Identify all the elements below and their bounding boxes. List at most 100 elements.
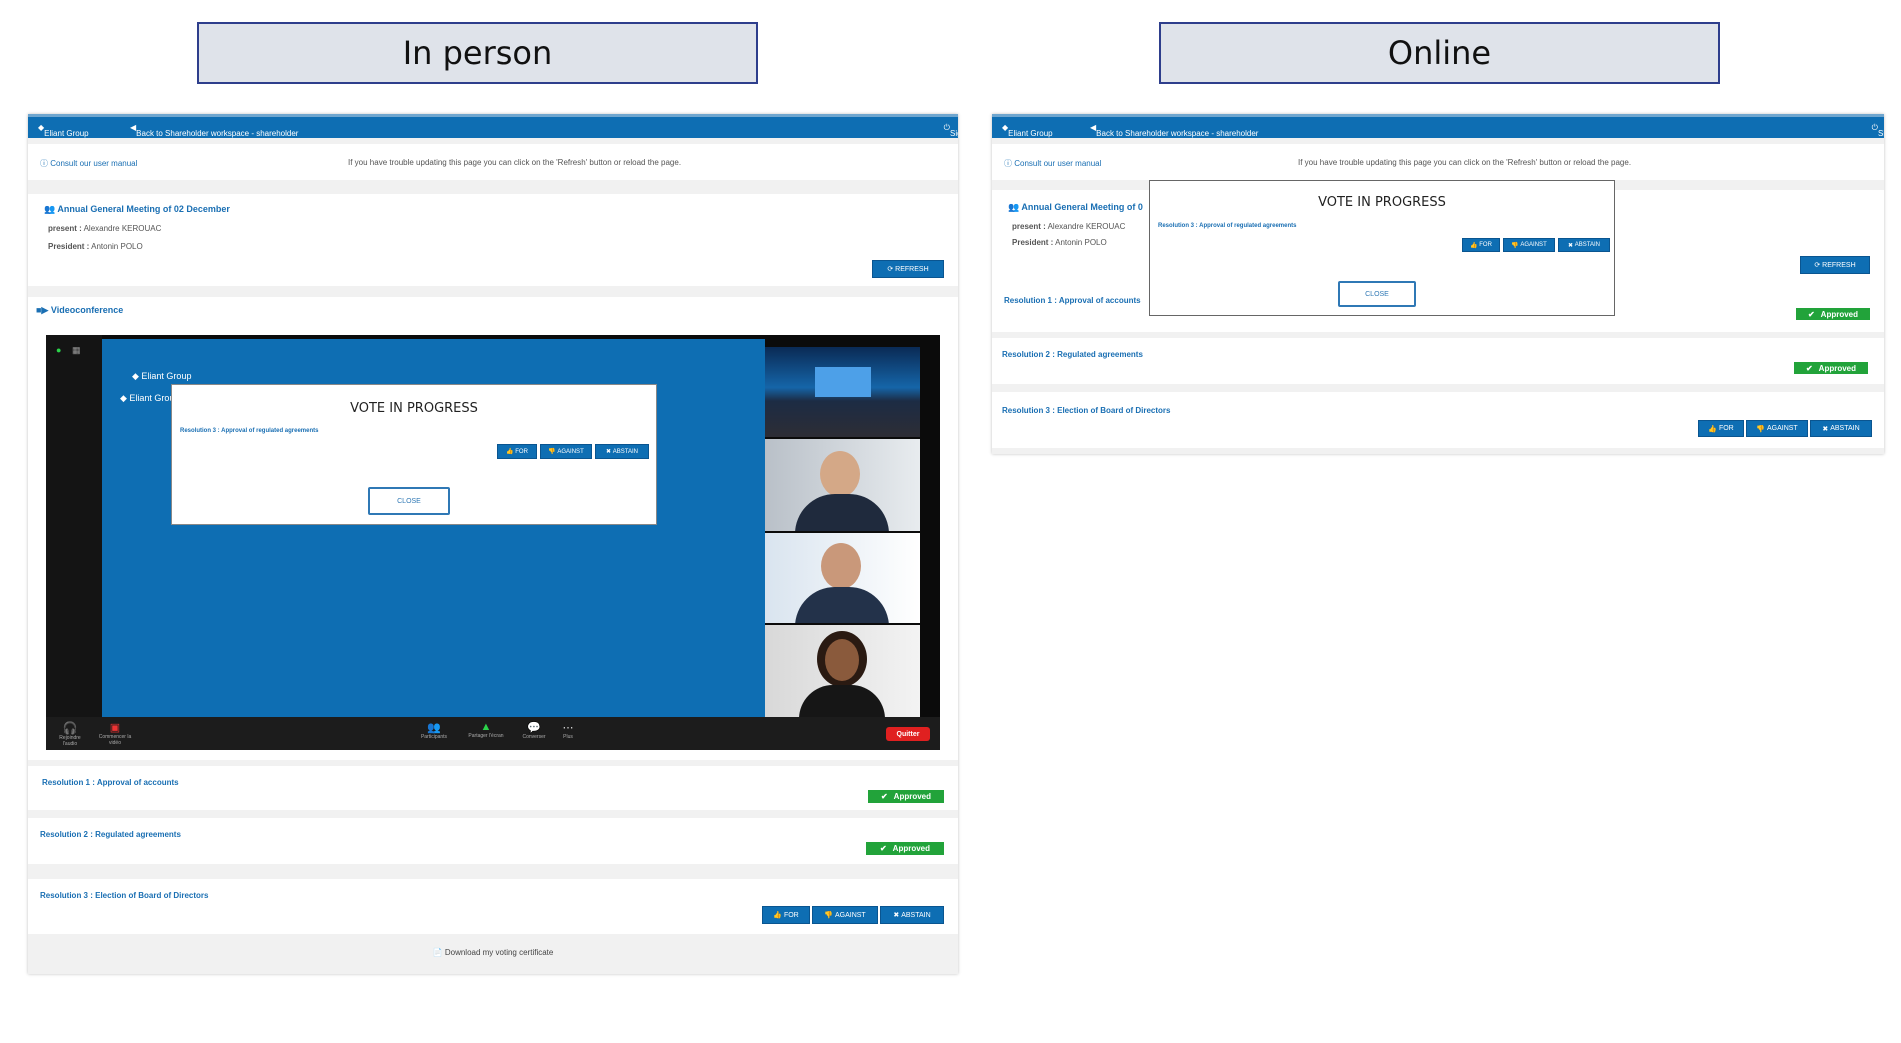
president-line: President : Antonin POLO [48, 242, 143, 251]
resolution-2-title: Resolution 2 : Regulated agreements [1002, 350, 1143, 359]
resolution-2-card: Resolution 2 : Regulated agreements ✔ App… [28, 818, 958, 864]
resolution-1-title: Resolution 1 : Approval of accounts [1004, 296, 1141, 305]
meeting-title: 👥 Annual General Meeting of 02 December [44, 204, 230, 214]
abstain-button[interactable]: ✖ ABSTAIN [880, 906, 944, 924]
resolution-1-status: ✔ Approved [1796, 308, 1870, 320]
vote-close-button[interactable]: CLOSE [1338, 281, 1416, 307]
face [825, 639, 859, 681]
vote-modal-resolution: Resolution 3 : Approval of regulated agr… [1158, 223, 1297, 229]
join-audio-button[interactable]: 🎧 Rejoindre l'audio [52, 721, 88, 747]
refresh-button[interactable]: ⟳ REFRESH [872, 260, 944, 278]
meeting-title: 👥 Annual General Meeting of 0 [1008, 202, 1143, 212]
video-off-icon: ▣ [109, 722, 121, 734]
check-icon: ✔ [879, 844, 887, 853]
chat-button[interactable]: 💬 Converser [516, 721, 552, 740]
resolution-2-title: Resolution 2 : Regulated agreements [40, 830, 181, 839]
secure-icon: ● [56, 345, 62, 355]
vote-for-button[interactable]: 👍 FOR [1462, 238, 1500, 252]
resolution-1-status: ✔ Approved [868, 790, 944, 803]
video-left-strip: ● ▦ [46, 335, 102, 717]
suit [795, 494, 889, 531]
refresh-hint: If you have trouble updating this page y… [1298, 158, 1632, 167]
vote-against-button[interactable]: 👎 AGAINST [1503, 238, 1555, 252]
manual-card: ⓘ Consult our user manual If you have tr… [28, 144, 958, 180]
participant-tile-man-2 [765, 533, 920, 623]
vote-modal-title: VOTE IN PROGRESS [350, 401, 478, 416]
vote-modal-in-person: VOTE IN PROGRESS Resolution 3 : Approval… [171, 384, 657, 525]
face [820, 451, 860, 497]
more-button[interactable]: ⋯ Plus [556, 721, 580, 740]
resolution-3-title: Resolution 3 : Election of Board of Dire… [1002, 406, 1171, 415]
user-manual-link[interactable]: ⓘ Consult our user manual [1004, 158, 1101, 169]
user-manual-link[interactable]: ⓘ Consult our user manual [40, 158, 137, 169]
vote-modal-resolution: Resolution 3 : Approval of regulated agr… [180, 428, 319, 434]
check-icon: ✔ [1805, 363, 1813, 373]
online-screenshot: ◆ Eliant Group ◀ Back to Shareholder wor… [992, 114, 1884, 454]
more-icon: ⋯ [562, 722, 574, 734]
grid-icon: ▦ [72, 345, 81, 355]
brand-link[interactable]: ◆ Eliant Group [38, 123, 89, 138]
vote-for-button[interactable]: 👍 FOR [497, 444, 537, 459]
top-nav-bar: ◆ Eliant Group ◀ Back to Shareholder wor… [28, 114, 958, 138]
vote-abstain-button[interactable]: ✖ ABSTAIN [1558, 238, 1610, 252]
president-line: President : Antonin POLO [1012, 238, 1107, 247]
refresh-button[interactable]: ⟳ REFRESH [1800, 256, 1870, 274]
back-link[interactable]: ◀ Back to Shareholder workspace - shareh… [130, 123, 298, 138]
brand-link[interactable]: ◆ Eliant Group [1002, 123, 1053, 138]
participant-tile-conference [765, 347, 920, 437]
resolution-3-card: Resolution 3 : Election of Board of Dire… [992, 392, 1884, 448]
vote-against-button[interactable]: 👎 AGAINST [540, 444, 592, 459]
face [821, 543, 861, 589]
resolution-1-card: Resolution 1 : Approval of accounts ✔ App… [28, 766, 958, 810]
shared-brand-2: ◆ Eliant Grou [120, 393, 175, 403]
download-certificate-link[interactable]: 📄 Download my voting certificate [28, 948, 958, 957]
back-link[interactable]: ◀ Back to Shareholder workspace - shareh… [1090, 123, 1258, 138]
for-button[interactable]: 👍 FOR [1698, 420, 1744, 437]
stage-screen [815, 367, 871, 397]
heading-in-person-text: In person [402, 34, 553, 72]
against-button[interactable]: 👎 AGAINST [812, 906, 878, 924]
in-person-screenshot: ◆ Eliant Group ◀ Back to Shareholder wor… [28, 114, 958, 974]
for-button[interactable]: 👍 FOR [762, 906, 810, 924]
resolution-2-status: ✔ Approved [1794, 362, 1868, 374]
check-icon: ✔ [880, 792, 888, 801]
participants-button[interactable]: 👥 Participants [414, 721, 454, 740]
headphones-icon: 🎧 [62, 721, 78, 735]
refresh-hint: If you have trouble updating this page y… [348, 158, 682, 167]
videoconference-card: ■▶ Videoconference ● ▦ ◆ Eliant Group ◆ … [28, 297, 958, 760]
top [799, 685, 885, 717]
vote-abstain-button[interactable]: ✖ ABSTAIN [595, 444, 649, 459]
resolution-2-card: Resolution 2 : Regulated agreements ✔ App… [992, 338, 1884, 384]
against-button[interactable]: 👎 AGAINST [1746, 420, 1808, 437]
participant-tile-woman [765, 625, 920, 717]
share-screen-icon: ▲ [480, 721, 492, 733]
vote-modal-title: VOTE IN PROGRESS [1318, 195, 1446, 210]
check-icon: ✔ [1807, 309, 1815, 319]
heading-online: Online [1159, 22, 1720, 84]
meeting-card: 👥 Annual General Meeting of 02 December … [28, 194, 958, 286]
resolution-3-title: Resolution 3 : Election of Board of Dire… [40, 891, 209, 900]
top-nav-bar: ◆ Eliant Group ◀ Back to Shareholder wor… [992, 114, 1884, 138]
video-frame: ● ▦ ◆ Eliant Group ◆ Eliant Grou VOTE IN… [46, 335, 940, 750]
resolution-1-title: Resolution 1 : Approval of accounts [42, 778, 179, 787]
participant-tile-man-1 [765, 439, 920, 531]
signout-link[interactable]: ⏻ Sign Out [1872, 123, 1884, 138]
shared-screen: ◆ Eliant Group ◆ Eliant Grou VOTE IN PRO… [102, 339, 765, 717]
shared-brand: ◆ Eliant Group [132, 371, 192, 381]
signout-link[interactable]: ⏻ Sign Out [944, 123, 958, 138]
abstain-button[interactable]: ✖ ABSTAIN [1810, 420, 1872, 437]
videoconference-title: ■▶ Videoconference [36, 305, 124, 315]
share-screen-button[interactable]: ▲ Partager l'écran [464, 721, 508, 739]
suit [795, 587, 889, 623]
manual-card: ⓘ Consult our user manual If you have tr… [992, 144, 1884, 180]
resolution-3-card: Resolution 3 : Election of Board of Dire… [28, 879, 958, 934]
heading-in-person: In person [197, 22, 758, 84]
vote-close-button[interactable]: CLOSE [368, 487, 450, 515]
participants-icon: 👥 [427, 722, 441, 734]
vote-modal-online: VOTE IN PROGRESS Resolution 3 : Approval… [1149, 180, 1615, 316]
present-line: present : Alexandre KEROUAC [48, 224, 162, 233]
resolution-2-status: ✔ Approved [866, 842, 944, 855]
present-line: present : Alexandre KEROUAC [1012, 222, 1126, 231]
quit-button[interactable]: Quitter [886, 727, 930, 741]
start-video-button[interactable]: ▣ Commencer la vidéo [94, 721, 136, 746]
